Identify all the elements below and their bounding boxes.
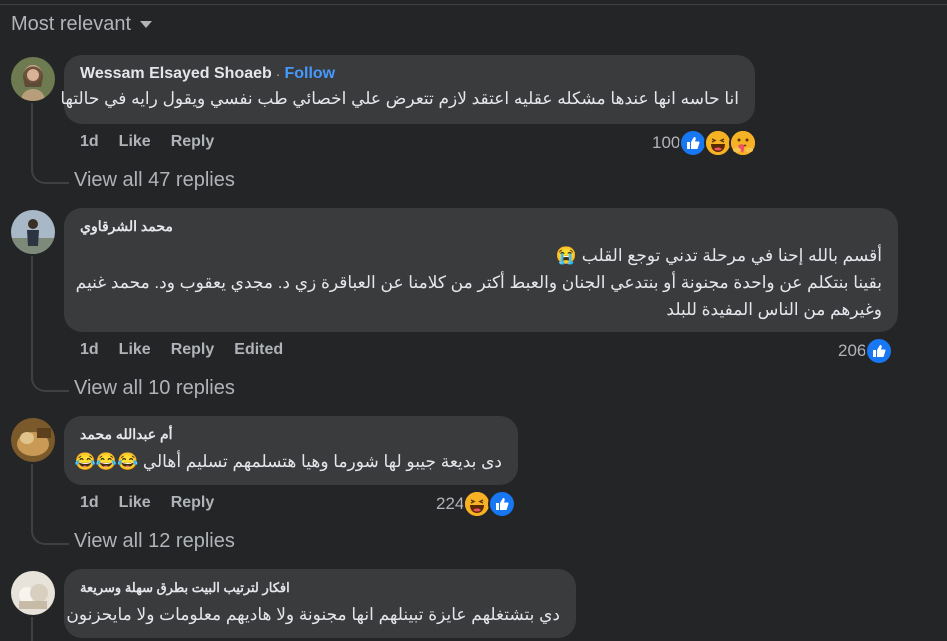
reply-thread-elbow xyxy=(31,368,69,392)
comment-author[interactable]: أم عبدالله محمد xyxy=(80,426,173,442)
haha-icon xyxy=(704,129,733,157)
avatar[interactable] xyxy=(11,418,55,462)
view-replies-link[interactable]: View all 10 replies xyxy=(74,377,235,400)
reply-button[interactable]: Reply xyxy=(171,341,215,359)
view-replies-link[interactable]: View all 47 replies xyxy=(74,169,235,192)
sort-label: Most relevant xyxy=(11,13,132,35)
reply-thread-line xyxy=(31,103,33,165)
care-icon xyxy=(729,129,758,157)
like-icon xyxy=(488,490,517,518)
comment-text: دي بتشتغلهم عايزة تبينلهم انها مجنونة ول… xyxy=(66,605,560,624)
comment-text: دى بديعة جيبو لها شورما وهيا هتسلمهم تسل… xyxy=(74,452,502,471)
view-replies-link[interactable]: View all 12 replies xyxy=(74,530,235,553)
reaction-count: 100 xyxy=(652,133,681,152)
reply-button[interactable]: Reply xyxy=(171,494,215,512)
timestamp[interactable]: 1d xyxy=(80,494,99,512)
like-icon xyxy=(679,129,708,157)
timestamp[interactable]: 1d xyxy=(80,133,99,151)
comment-text: انا حاسه انها عندها مشكله عقليه اعتقد لا… xyxy=(60,89,739,108)
like-button[interactable]: Like xyxy=(119,494,151,512)
reply-thread-line xyxy=(31,617,33,641)
comment-actions: 1d Like Reply xyxy=(80,494,214,512)
reply-thread-elbow xyxy=(31,160,69,184)
comment-text-line: بقينا بنتكلم عن واحدة مجنونة أو بنتدعي ا… xyxy=(75,273,882,292)
caret-down-icon xyxy=(139,20,153,29)
comment-text-line: وغيرهم من الناس المفيدة للبلد xyxy=(666,300,882,319)
reaction-count: 206 xyxy=(838,341,867,360)
comment-bubble: أم عبدالله محمد دى بديعة جيبو لها شورما … xyxy=(64,416,518,485)
comment-bubble: محمد الشرقاوي أقسم بالله إحنا في مرحلة ت… xyxy=(64,208,898,332)
comment-author[interactable]: افكار لترتيب البيت بطرق سهلة وسريعة xyxy=(80,580,290,595)
comment-bubble: Wessam Elsayed Shoaeb · Follow انا حاسه … xyxy=(60,55,755,124)
reaction-summary[interactable]: 224 xyxy=(436,490,517,518)
reaction-summary[interactable]: 206 xyxy=(838,337,894,365)
avatar[interactable] xyxy=(11,210,55,254)
top-divider xyxy=(0,4,947,5)
comment-actions: 1d Like Reply Edited xyxy=(80,341,283,359)
comment-text-line: أقسم بالله إحنا في مرحلة تدني توجع القلب… xyxy=(555,246,882,265)
separator-dot: · xyxy=(275,66,281,82)
follow-button[interactable]: Follow xyxy=(284,65,335,83)
avatar[interactable] xyxy=(11,57,55,101)
reaction-count: 224 xyxy=(436,494,465,513)
sort-dropdown[interactable]: Most relevant xyxy=(11,13,153,36)
reply-button[interactable]: Reply xyxy=(171,133,215,151)
like-icon xyxy=(865,337,894,365)
timestamp[interactable]: 1d xyxy=(80,341,99,359)
reply-thread-line xyxy=(31,256,33,373)
haha-icon xyxy=(463,490,492,518)
comment-actions: 1d Like Reply xyxy=(80,133,214,151)
reply-thread-elbow xyxy=(31,521,69,545)
reply-thread-line xyxy=(31,464,33,526)
comment-bubble: افكار لترتيب البيت بطرق سهلة وسريعة دي ب… xyxy=(64,569,576,638)
avatar[interactable] xyxy=(11,571,55,615)
like-button[interactable]: Like xyxy=(119,133,151,151)
reaction-summary[interactable]: 100 xyxy=(652,129,758,157)
edited-label: Edited xyxy=(234,341,284,358)
like-button[interactable]: Like xyxy=(119,341,151,359)
comment-author[interactable]: Wessam Elsayed Shoaeb xyxy=(80,65,272,83)
comment-author[interactable]: محمد الشرقاوي xyxy=(80,218,173,234)
